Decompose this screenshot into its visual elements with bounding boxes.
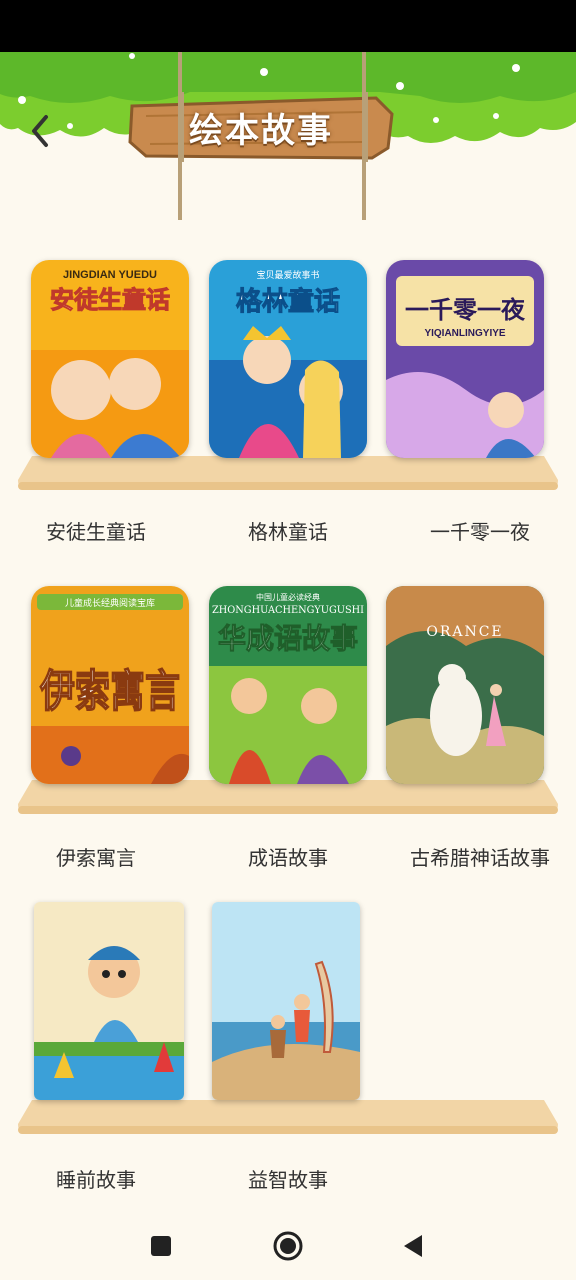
book-pinyin: YIQIANLINGYIYE	[424, 328, 505, 339]
book-label[interactable]: 睡前故事	[0, 1164, 192, 1193]
nav-back-button[interactable]	[394, 1228, 430, 1264]
book-cover-title: 格林童话	[236, 286, 340, 317]
bookshelf	[18, 1100, 558, 1134]
book-cover-arabian-nights[interactable]: 一千零一夜 YIQIANLINGYIYE	[386, 260, 544, 458]
book-label[interactable]: 一千零一夜	[384, 516, 576, 545]
book-cover-subtitle: 儿童成长经典阅读宝库	[65, 597, 155, 609]
book-cover-aesop[interactable]: 儿童成长经典阅读宝库 伊索寓言	[31, 586, 189, 784]
book-label[interactable]: 古希腊神话故事	[384, 842, 576, 871]
book-pinyin: ZHONGHUACHENGYUGUSHI	[212, 605, 364, 616]
book-cover-subtitle: 中国儿童必读经典	[256, 592, 320, 602]
book-cover-image: JINGDIAN YUEDU 安徒生童话	[31, 260, 189, 458]
square-icon	[151, 1236, 171, 1256]
book-cover-title: 安徒生童话	[50, 286, 170, 314]
book-cover-bedtime[interactable]	[34, 902, 184, 1100]
book-label[interactable]: 安徒生童话	[0, 516, 192, 545]
book-cover-image	[212, 902, 360, 1100]
page-title: 绘本故事	[189, 110, 333, 151]
book-pinyin: JINGDIAN YUEDU	[63, 269, 157, 281]
book-cover-image: 中国儿童必读经典 ZHONGHUACHENGYUGUSHI 华成语故事	[209, 586, 367, 784]
book-cover-image	[34, 902, 184, 1100]
circle-icon	[273, 1231, 303, 1261]
book-cover-image: 宝贝最爱故事书 格林童话	[209, 260, 367, 458]
book-cover-puzzle[interactable]	[212, 902, 360, 1100]
book-cover-subtitle: 宝贝最爱故事书	[256, 269, 319, 281]
book-label[interactable]: 伊索寓言	[0, 842, 192, 871]
book-cover-image: 一千零一夜 YIQIANLINGYIYE	[386, 260, 544, 458]
status-bar	[0, 0, 576, 52]
bookshelf	[18, 780, 558, 814]
book-cover-idioms[interactable]: 中国儿童必读经典 ZHONGHUACHENGYUGUSHI 华成语故事	[209, 586, 367, 784]
book-cover-title: ORANCE	[426, 624, 503, 640]
triangle-back-icon	[404, 1235, 422, 1257]
book-cover-title: 伊索寓言	[39, 666, 180, 717]
title-sign: 绘本故事	[126, 92, 396, 162]
recent-apps-button[interactable]	[143, 1228, 179, 1264]
chevron-left-icon	[32, 115, 48, 147]
book-cover-andersen[interactable]: JINGDIAN YUEDU 安徒生童话	[31, 260, 189, 458]
bookshelf	[18, 456, 558, 490]
book-label[interactable]: 益智故事	[192, 1164, 384, 1193]
book-label[interactable]: 成语故事	[192, 842, 384, 871]
book-label[interactable]: 格林童话	[192, 516, 384, 545]
book-cover-greek-myths[interactable]: ORANCE	[386, 586, 544, 784]
book-cover-image: ORANCE	[386, 586, 544, 784]
book-cover-image: 儿童成长经典阅读宝库 伊索寓言	[31, 586, 189, 784]
back-button[interactable]	[20, 106, 60, 156]
home-button[interactable]	[270, 1228, 306, 1264]
system-nav-bar	[0, 1210, 576, 1280]
book-cover-grimm[interactable]: 宝贝最爱故事书 格林童话	[209, 260, 367, 458]
book-cover-title: 华成语故事	[218, 622, 358, 655]
book-cover-title: 一千零一夜	[405, 295, 526, 324]
